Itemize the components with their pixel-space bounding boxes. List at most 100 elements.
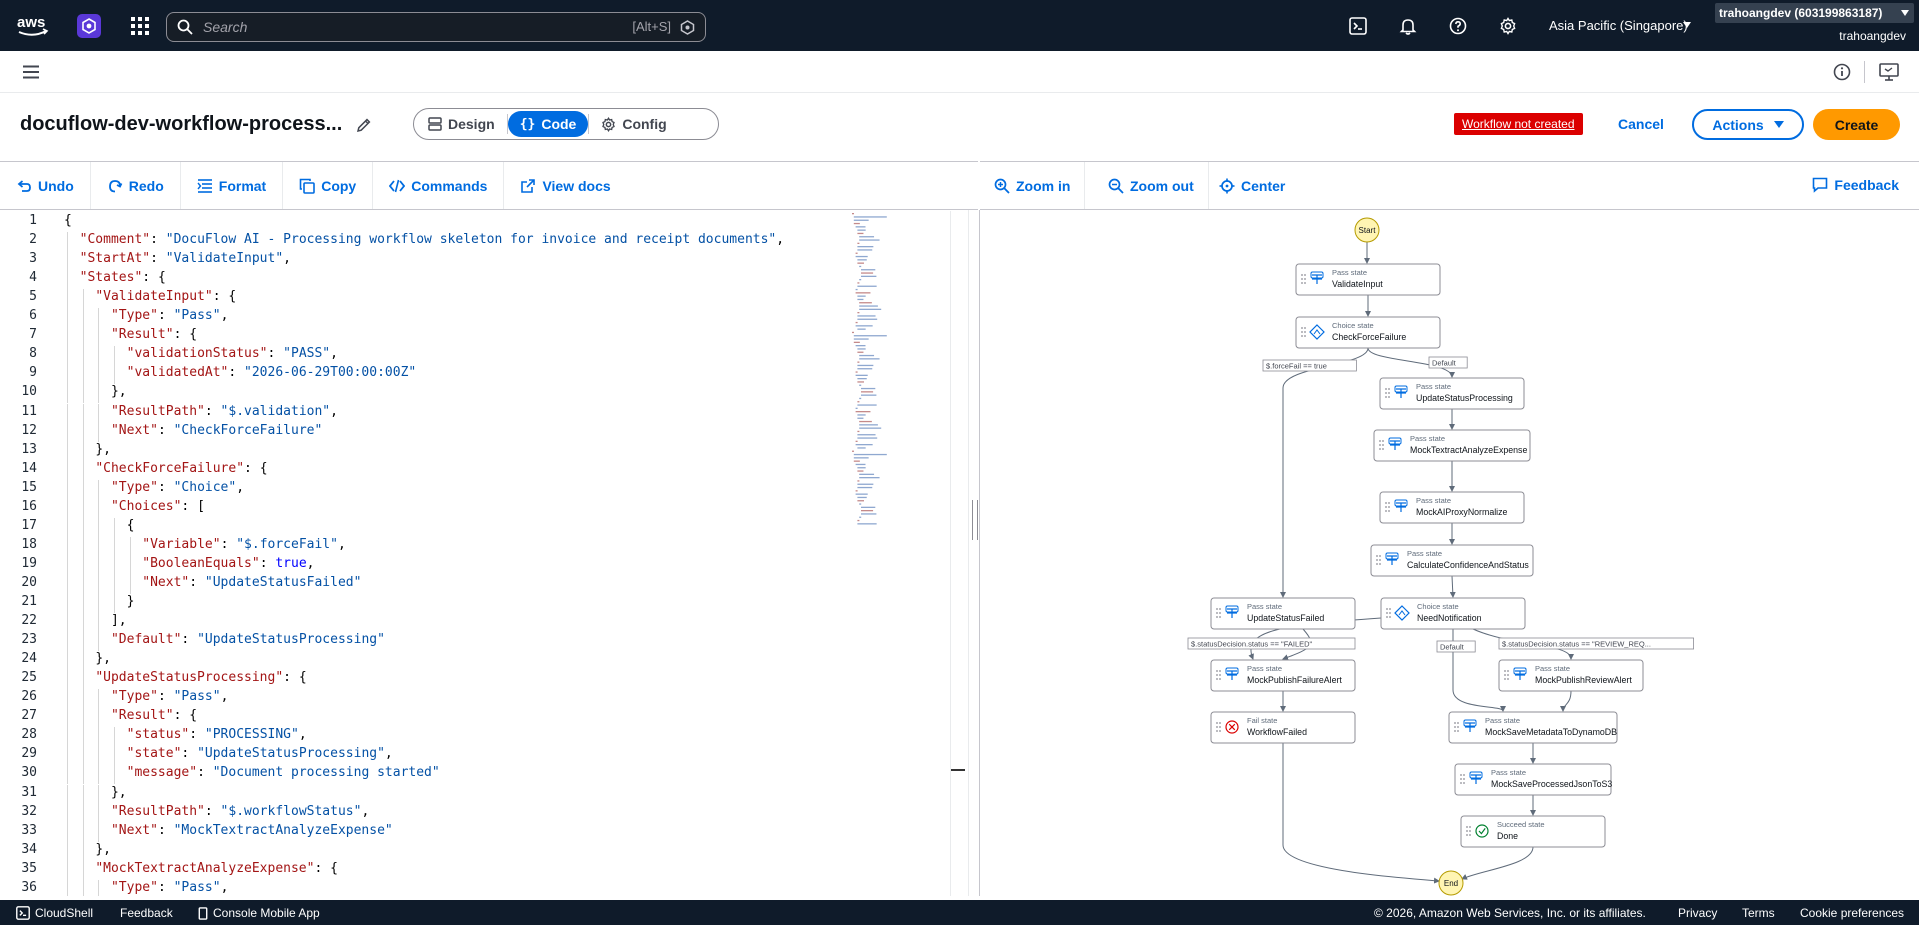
mode-code-button[interactable]: {} Code (507, 111, 589, 137)
sub-bar (0, 51, 1919, 93)
edit-pencil-icon[interactable] (356, 117, 372, 133)
mode-segmented-control: Design {} Code Config (413, 108, 719, 140)
account-user[interactable]: trahoangdev (1839, 29, 1906, 43)
line-number: 29 (21, 746, 37, 762)
code-line[interactable]: 34 }, (0, 842, 960, 861)
code-text: "status": "PROCESSING", (126, 727, 307, 743)
format-button[interactable]: Format (181, 162, 284, 209)
line-number: 11 (21, 403, 37, 419)
code-line[interactable]: 36 "Type": "Pass", (0, 880, 960, 896)
footer-cloudshell-link[interactable]: CloudShell (16, 906, 93, 920)
code-line[interactable]: 17 { (0, 518, 960, 537)
cloudshell-icon[interactable] (1349, 17, 1367, 35)
workflow-status-badge[interactable]: Workflow not created (1454, 113, 1583, 135)
line-number: 10 (21, 384, 37, 400)
code-line[interactable]: 35 "MockTextractAnalyzeExpense": { (0, 861, 960, 880)
code-line[interactable]: 13 }, (0, 442, 960, 461)
workflow-graph-canvas[interactable]: $.forceFail == true Default $.statusDecisi… (981, 210, 1919, 896)
view-docs-link[interactable]: View docs (504, 162, 626, 209)
center-button[interactable]: Center (1205, 162, 1299, 209)
code-line[interactable]: 23 "Default": "UpdateStatusProcessing" (0, 632, 960, 651)
search-box[interactable]: [Alt+S] (166, 12, 706, 42)
code-line[interactable]: 32 "ResultPath": "$.workflowStatus", (0, 804, 960, 823)
code-line[interactable]: 28 "status": "PROCESSING", (0, 727, 960, 746)
redo-button[interactable]: Redo (91, 162, 181, 209)
region-caret-icon[interactable] (1683, 22, 1691, 28)
code-line[interactable]: 10 }, (0, 384, 960, 403)
code-line[interactable]: 6 "Type": "Pass", (0, 308, 960, 327)
code-line[interactable]: 14 "CheckForceFailure": { (0, 461, 960, 480)
footer-feedback-link[interactable]: Feedback (120, 906, 173, 920)
drag-handle-icon (1301, 282, 1303, 284)
code-line[interactable]: 15 "Type": "Choice", (0, 480, 960, 499)
footer-cookie-link[interactable]: Cookie preferences (1800, 906, 1904, 920)
graph-edge (1282, 743, 1440, 884)
notifications-bell-icon[interactable] (1399, 17, 1417, 35)
code-line[interactable]: 19 "BooleanEquals": true, (0, 556, 960, 575)
code-line[interactable]: 7 "Result": { (0, 327, 960, 346)
code-line[interactable]: 9 "validatedAt": "2026-06-29T00:00:00Z" (0, 365, 960, 384)
code-line[interactable]: 16 "Choices": [ (0, 499, 960, 518)
indent-guide (82, 632, 84, 652)
code-line[interactable]: 29 "state": "UpdateStatusProcessing", (0, 746, 960, 765)
code-line[interactable]: 1{ (0, 213, 960, 232)
amazon-q-icon[interactable] (680, 20, 695, 35)
panel-resize-handle[interactable] (968, 210, 980, 896)
code-line[interactable]: 30 "message": "Document processing start… (0, 765, 960, 784)
code-line[interactable]: 22 ], (0, 613, 960, 632)
code-line[interactable]: 18 "Variable": "$.forceFail", (0, 537, 960, 556)
code-line[interactable]: 3 "StartAt": "ValidateInput", (0, 251, 960, 270)
code-line[interactable]: 11 "ResultPath": "$.validation", (0, 404, 960, 423)
mode-design-button[interactable]: Design (416, 111, 507, 137)
info-icon[interactable] (1833, 63, 1851, 81)
indent-guide (98, 746, 100, 766)
zoom-in-button[interactable]: Zoom in (980, 162, 1086, 209)
copy-button[interactable]: Copy (283, 162, 374, 209)
account-menu[interactable]: trahoangdev (603199863187) (1715, 3, 1914, 23)
drag-handle-icon (1382, 444, 1384, 446)
code-line[interactable]: 12 "Next": "CheckForceFailure" (0, 423, 960, 442)
search-input[interactable] (203, 19, 603, 35)
code-line[interactable]: 8 "validationStatus": "PASS", (0, 346, 960, 365)
code-line[interactable]: 27 "Result": { (0, 708, 960, 727)
indent-guide (82, 308, 84, 328)
commands-button[interactable]: Commands (373, 162, 505, 209)
hamburger-menu-icon[interactable] (22, 65, 40, 79)
cancel-button[interactable]: Cancel (1618, 116, 1664, 132)
drag-handle-icon (1385, 392, 1387, 394)
help-icon[interactable] (1449, 17, 1467, 35)
services-grid-icon[interactable] (131, 17, 149, 35)
editor-scrollbar[interactable] (950, 211, 965, 896)
code-line[interactable]: 20 "Next": "UpdateStatusFailed" (0, 575, 960, 594)
settings-gear-icon[interactable] (1499, 17, 1517, 35)
region-selector[interactable]: Asia Pacific (Singapore) (1549, 18, 1688, 33)
drag-handle-icon (1219, 722, 1221, 724)
zoom-out-button[interactable]: Zoom out (1094, 162, 1209, 209)
code-line[interactable]: 5 "ValidateInput": { (0, 289, 960, 308)
code-line[interactable]: 26 "Type": "Pass", (0, 689, 960, 708)
code-line[interactable]: 4 "States": { (0, 270, 960, 289)
footer-mobile-app-link[interactable]: Console Mobile App (198, 906, 320, 920)
code-editor[interactable]: 1{2 "Comment": "DocuFlow AI - Processing… (0, 210, 968, 896)
footer-privacy-link[interactable]: Privacy (1678, 906, 1717, 920)
undo-button[interactable]: Undo (0, 162, 91, 209)
state-name-label: MockSaveProcessedJsonToS3 (1491, 779, 1612, 789)
mode-config-button[interactable]: Config (589, 111, 678, 137)
create-button[interactable]: Create (1813, 109, 1900, 140)
minimap-line (857, 378, 867, 380)
split-panel-icon[interactable] (1879, 63, 1899, 81)
scroll-position-marker[interactable] (951, 769, 965, 771)
code-line[interactable]: 2 "Comment": "DocuFlow AI - Processing w… (0, 232, 960, 251)
code-line[interactable]: 25 "UpdateStatusProcessing": { (0, 670, 960, 689)
footer-terms-link[interactable]: Terms (1742, 906, 1775, 920)
code-line[interactable]: 24 }, (0, 651, 960, 670)
code-text: }, (95, 651, 111, 667)
code-line[interactable]: 33 "Next": "MockTextractAnalyzeExpense" (0, 823, 960, 842)
graph-feedback-link[interactable]: Feedback (1812, 177, 1899, 193)
actions-dropdown-button[interactable]: Actions (1692, 109, 1804, 140)
code-line[interactable]: 21 } (0, 594, 960, 613)
aws-logo[interactable]: aws (16, 13, 50, 39)
code-minimap[interactable] (850, 211, 945, 531)
step-functions-service-icon[interactable] (77, 14, 101, 38)
code-line[interactable]: 31 }, (0, 785, 960, 804)
